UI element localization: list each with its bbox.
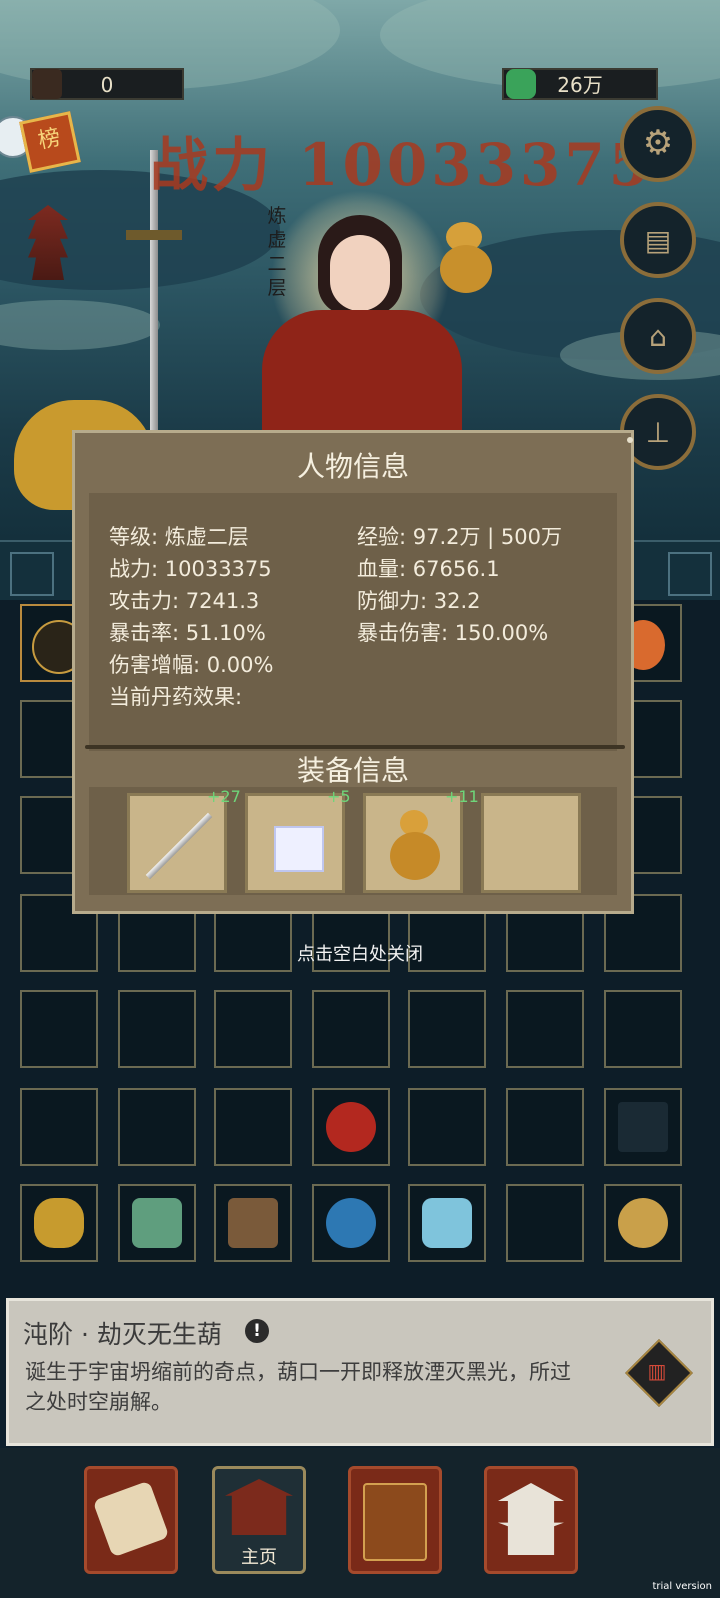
item-description: 诞生于宇宙坍缩前的奇点，葫口一开即释放湮灭黑光，所过之处时空崩解。 <box>25 1360 571 1414</box>
character-robe <box>262 310 462 440</box>
inventory-slot[interactable] <box>20 1088 98 1166</box>
stat-attack: 攻击力: 7241.3 <box>109 589 260 613</box>
inventory-slot[interactable] <box>408 990 486 1068</box>
inventory-slot[interactable] <box>20 990 98 1068</box>
inventory-slot[interactable] <box>118 990 196 1068</box>
gear-icon: ⚙ <box>642 123 674 163</box>
rank-badge[interactable]: 榜 <box>19 111 81 173</box>
combat-power-title: 战力 10033375 <box>150 131 654 199</box>
left-resource-value: 0 <box>100 73 114 97</box>
fret-ornament <box>668 552 712 596</box>
scroll-icon <box>32 69 62 99</box>
character-info-modal: 人物信息 等级: 炼虚二层 战力: 10033375 攻击力: 7241.3 暴… <box>72 430 634 914</box>
cloud-decoration <box>0 300 160 350</box>
inventory-slot[interactable] <box>214 1088 292 1166</box>
inventory-slot[interactable] <box>408 1088 486 1166</box>
gourd-body <box>390 832 440 880</box>
rank-badge-label: 榜 <box>36 125 63 155</box>
pagoda-icon <box>498 1483 564 1555</box>
equip-slot-treasure[interactable] <box>363 793 463 893</box>
pickaxe-icon <box>228 1198 278 1248</box>
inventory-slot[interactable] <box>118 1088 196 1166</box>
equipment-title: 装备信息 <box>296 754 409 787</box>
inventory-slot[interactable] <box>506 1088 584 1166</box>
crystal-fountain-icon <box>422 1198 472 1248</box>
trash-icon: ▥ <box>647 1359 667 1383</box>
item-title: 沌阶 · 劫灭无生葫 <box>23 1320 222 1349</box>
equip-slot-weapon[interactable] <box>127 793 227 893</box>
vortex-icon <box>326 1198 376 1248</box>
close-hint[interactable]: 点击空白处关闭 <box>0 940 720 966</box>
nav-pagoda-button[interactable] <box>484 1466 578 1574</box>
settings-button[interactable]: ⚙ <box>620 106 696 182</box>
realm-vertical-label: 炼虚二层 <box>267 205 287 299</box>
inventory-slot[interactable] <box>214 990 292 1068</box>
notice-button[interactable]: ▤ <box>620 202 696 278</box>
stat-exp: 经验: 97.2万 | 500万 <box>357 525 563 549</box>
nav-home-button[interactable]: 主页 <box>212 1466 306 1574</box>
stamp-icon: ⊥ <box>645 416 671 449</box>
modal-title: 人物信息 <box>296 450 409 483</box>
home-icon <box>225 1479 293 1535</box>
character-face <box>330 235 390 311</box>
stat-pill-effect: 当前丹药效果: <box>109 685 243 709</box>
inventory-slot[interactable] <box>506 990 584 1068</box>
constellation-icon <box>618 1102 668 1152</box>
equip-slot-armor[interactable] <box>245 793 345 893</box>
info-icon[interactable]: ! <box>245 1319 269 1343</box>
nav-book-button[interactable] <box>348 1466 442 1574</box>
equip-slot-empty[interactable] <box>481 793 581 893</box>
shop-icon: ⌂ <box>649 320 667 353</box>
book-icon <box>363 1483 427 1561</box>
stat-defense: 防御力: 32.2 <box>357 589 481 613</box>
stat-power: 战力: 10033375 <box>109 557 272 581</box>
gift-box-icon <box>274 826 324 872</box>
equip-plus: +11 <box>445 787 479 806</box>
shop-button[interactable]: ⌂ <box>620 298 696 374</box>
mountain-icon <box>132 1198 182 1248</box>
stat-damage-boost: 伤害增幅: 0.00% <box>109 653 274 677</box>
inventory-slot[interactable] <box>604 990 682 1068</box>
notice-icon: ▤ <box>644 224 672 257</box>
nav-scroll-button[interactable] <box>84 1466 178 1574</box>
scroll-icon <box>92 1480 170 1558</box>
gourd-body <box>440 245 492 293</box>
stat-crit-rate: 暴击率: 51.10% <box>109 621 266 645</box>
right-resource-value: 26万 <box>557 73 603 97</box>
gold-bowl-icon <box>34 1198 84 1248</box>
stat-level: 等级: 炼虚二层 <box>109 525 249 549</box>
inventory-slot[interactable] <box>506 1184 584 1262</box>
stat-hp: 血量: 67656.1 <box>357 557 500 581</box>
inventory-slot[interactable] <box>312 990 390 1068</box>
jade-icon <box>506 69 536 99</box>
fret-ornament <box>10 552 54 596</box>
golden-disc-icon <box>618 1198 668 1248</box>
equip-plus: +5 <box>327 787 351 806</box>
sword-icon <box>145 812 213 880</box>
trial-watermark: trial version <box>652 1581 712 1592</box>
equip-plus: +27 <box>207 787 241 806</box>
home-label: 主页 <box>241 1547 277 1568</box>
sword-guard <box>126 230 182 240</box>
item-detail-panel: 沌阶 · 劫灭无生葫 ! 诞生于宇宙坍缩前的奇点，葫口一开即释放湮灭黑光，所过之… <box>6 1298 714 1446</box>
red-serpent-icon <box>326 1102 376 1152</box>
stat-crit-damage: 暴击伤害: 150.00% <box>357 621 549 645</box>
corner-ornament <box>627 437 633 443</box>
